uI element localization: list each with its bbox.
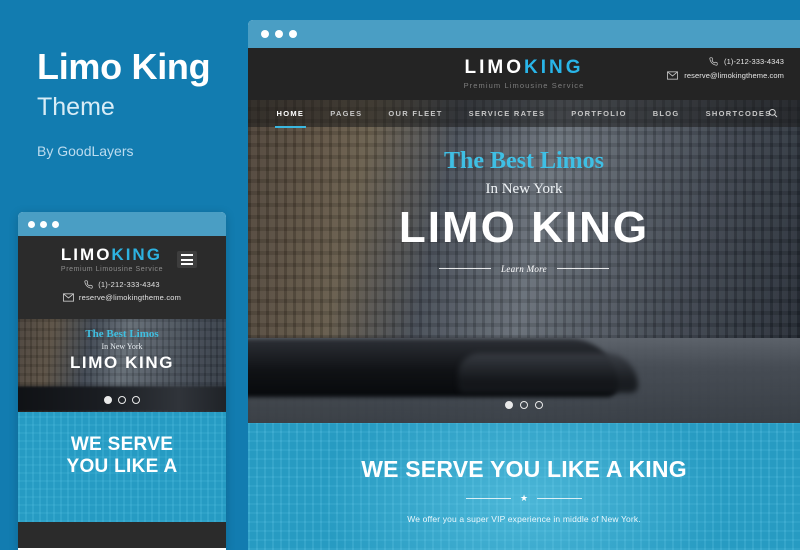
window-dot-close[interactable] [28,220,35,228]
mobile-phone-text: (1)-212-333-4343 [98,280,160,289]
desktop-serve-section: WE SERVE YOU LIKE A KING ★ We offer you … [248,423,800,550]
promo-title-block: Limo King Theme By GoodLayers [37,46,237,160]
mobile-hero-text: The Best Limos In New York LIMO KING [18,319,226,373]
desktop-phone-line[interactable]: (1)-212-333-4343 [667,57,784,66]
desktop-hero-line1: The Best Limos [443,148,604,174]
hamburger-menu-icon[interactable] [177,251,198,268]
divider-rule-left [465,498,511,500]
phone-icon [709,57,718,66]
page-subtitle: Theme [37,92,115,121]
page-title: Limo King [37,46,211,87]
window-dot-minimize[interactable] [40,220,47,228]
mobile-slider-dot-1[interactable] [104,396,112,404]
mobile-logo-row: LIMOKING Premium Limousine Service [18,246,226,273]
desktop-window-chrome [248,20,800,48]
nav-item-pages[interactable]: PAGES [330,104,362,123]
theme-author: By GoodLayers [37,143,134,160]
desktop-serve-content: WE SERVE YOU LIKE A KING ★ We offer you … [248,423,800,524]
window-dot-maximize[interactable] [289,30,297,38]
desktop-preview-window: The Best Limos In New York LIMO KING Lea… [248,20,800,550]
mobile-preview-window: LIMOKING Premium Limousine Service (1)-2… [18,212,226,550]
mobile-slider-dot-2[interactable] [118,396,126,404]
mobile-logo[interactable]: LIMOKING Premium Limousine Service [61,246,163,273]
desktop-main-nav: HOME PAGES OUR FLEET SERVICE RATES PORTF… [248,100,800,128]
desktop-slider-dot-1[interactable] [505,401,513,409]
phone-icon [84,280,93,289]
mobile-serve-section: WE SERVE YOU LIKE A [18,412,226,522]
desktop-phone-text: (1)-212-333-4343 [724,57,784,66]
mobile-hero-line3: LIMO KING [69,353,175,373]
window-dot-maximize[interactable] [52,220,59,228]
desktop-viewport: The Best Limos In New York LIMO KING Lea… [248,48,800,550]
desktop-logo-text: LIMOKING [464,57,584,78]
learn-more-rule-left [439,268,492,270]
divider-rule-right [537,498,583,500]
desktop-logo-tagline: Premium Limousine Service [463,81,585,90]
desktop-logo[interactable]: LIMOKING Premium Limousine Service [464,58,585,90]
mobile-hero-line2: In New York [101,342,143,352]
window-dot-minimize[interactable] [275,30,283,38]
mobile-logo-text: LIMOKING [60,245,162,264]
serve-divider: ★ [248,494,800,503]
nav-item-service-rates[interactable]: SERVICE RATES [469,104,546,123]
mobile-slider-dots [18,396,226,404]
desktop-site-header: LIMOKING Premium Limousine Service (1)-2… [248,48,800,100]
window-dot-close[interactable] [261,30,269,38]
desktop-nav-items: HOME PAGES OUR FLEET SERVICE RATES PORTF… [274,104,772,128]
mobile-serve-heading: WE SERVE YOU LIKE A [18,412,226,479]
nav-item-shortcodes[interactable]: SHORTCODES [706,104,772,123]
mobile-serve-heading-line1: WE SERVE [70,434,174,455]
learn-more-rule-right [556,268,609,270]
nav-item-portfolio[interactable]: PORTFOLIO [571,104,626,123]
desktop-serve-subtitle: We offer you a super VIP experience in m… [407,514,641,525]
learn-more-button[interactable]: Learn More [248,264,800,274]
desktop-email-text: reserve@limokingtheme.com [684,71,784,80]
mobile-contact-block: (1)-212-333-4343 reserve@limokingtheme.c… [18,280,226,302]
nav-item-our-fleet[interactable]: OUR FLEET [388,104,442,123]
envelope-icon [667,71,679,80]
mobile-hero-line1: The Best Limos [85,328,159,340]
learn-more-label: Learn More [501,263,547,274]
star-icon: ★ [519,493,529,504]
mobile-email-text: reserve@limokingtheme.com [78,293,182,302]
mobile-phone-line[interactable]: (1)-212-333-4343 [18,280,226,289]
desktop-email-line[interactable]: reserve@limokingtheme.com [667,71,784,80]
desktop-slider-dot-3[interactable] [535,401,543,409]
mobile-serve-heading-line2: YOU LIKE A [66,456,178,478]
hero-second-car-image [458,353,638,393]
search-icon[interactable] [768,105,778,123]
mobile-site-header: LIMOKING Premium Limousine Service (1)-2… [18,236,226,310]
desktop-slider-dots [248,401,800,409]
mobile-logo-tagline: Premium Limousine Service [60,266,164,273]
desktop-hero-line3: LIMO KING [398,203,650,253]
nav-item-blog[interactable]: BLOG [653,104,680,123]
mobile-email-line[interactable]: reserve@limokingtheme.com [18,293,226,302]
mobile-viewport: LIMOKING Premium Limousine Service (1)-2… [18,236,226,548]
page-root: Limo King Theme By GoodLayers LIMOKING P… [0,0,800,550]
mobile-slider-dot-3[interactable] [132,396,140,404]
desktop-slider-dot-2[interactable] [520,401,528,409]
mobile-hero-slider: The Best Limos In New York LIMO KING [18,319,226,412]
nav-item-home[interactable]: HOME [274,104,306,128]
desktop-contact-block: (1)-212-333-4343 reserve@limokingtheme.c… [667,57,784,85]
mobile-window-chrome [18,212,226,236]
desktop-hero-line2: In New York [485,181,563,198]
envelope-icon [62,293,74,302]
desktop-serve-heading: WE SERVE YOU LIKE A KING [361,456,687,482]
desktop-hero-text: The Best Limos In New York LIMO KING Lea… [248,148,800,274]
promo-panel: Limo King Theme By GoodLayers LIMOKING P… [0,0,248,550]
